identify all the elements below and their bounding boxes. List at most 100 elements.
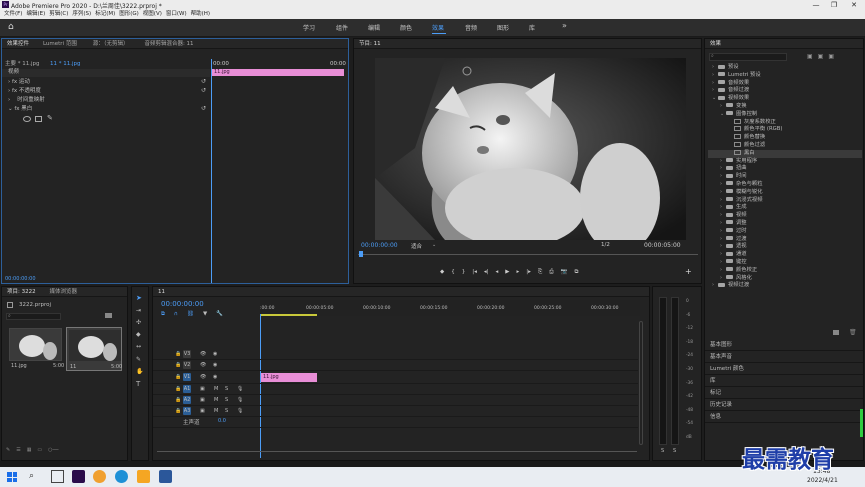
effect-folder[interactable]: › 视频过渡 <box>708 282 862 290</box>
tab-audio-clip-mixer[interactable]: 音频剪辑混合器: 11 <box>144 39 193 49</box>
track-label[interactable]: A3 <box>183 407 191 415</box>
linked-selection-icon[interactable]: ⛓ <box>187 311 194 318</box>
close-button[interactable]: ✕ <box>845 0 863 10</box>
lock-icon[interactable]: 🔒 <box>175 374 181 380</box>
mute-button[interactable]: M <box>214 397 218 403</box>
ellipse-mask-icon[interactable] <box>23 116 31 122</box>
ec-playhead[interactable] <box>211 59 212 283</box>
track-label[interactable]: V3 <box>183 350 191 358</box>
mark-out-button[interactable]: } <box>462 269 466 275</box>
menu-clip[interactable]: 剪辑(C) <box>49 10 68 19</box>
effect-item[interactable]: 颜色替换 <box>708 134 862 142</box>
workspace-learn[interactable]: 学习 <box>303 23 315 32</box>
effect-folder[interactable]: › 调整 <box>708 220 862 228</box>
task-view-icon[interactable] <box>51 470 64 483</box>
effect-folder[interactable]: › 透视 <box>708 243 862 251</box>
rectangle-mask-icon[interactable] <box>35 116 42 122</box>
panel-essential-sound[interactable]: 基本声音 <box>705 351 863 363</box>
clock-date[interactable]: 2022/4/21 <box>807 477 838 484</box>
lock-icon[interactable]: 🔒 <box>175 408 181 414</box>
minimize-button[interactable]: — <box>807 0 825 10</box>
button-editor-add-button[interactable]: + <box>685 267 692 276</box>
effect-folder[interactable]: › Lumetri 预设 <box>708 72 862 80</box>
menu-sequence[interactable]: 序列(S) <box>72 10 91 19</box>
razor-tool-icon[interactable]: ◆ <box>136 331 141 338</box>
compare-button[interactable]: ⧉ <box>575 269 579 276</box>
app-taskbar-icon[interactable] <box>137 470 150 483</box>
lock-icon[interactable]: 🔒 <box>175 397 181 403</box>
lock-icon[interactable]: 🔒 <box>175 362 181 368</box>
reset-opacity-icon[interactable]: ↺ <box>201 87 206 94</box>
effects-title[interactable]: 效果 <box>710 39 721 49</box>
ec-timecode[interactable]: 00:00:00:00 <box>5 276 36 282</box>
snap-icon[interactable]: ∩ <box>174 311 178 318</box>
step-forward-button[interactable]: ▸ <box>516 269 519 275</box>
work-area-bar[interactable] <box>260 314 317 316</box>
track-label[interactable]: V2 <box>183 361 191 369</box>
solo-button[interactable]: S <box>225 397 228 403</box>
panel-info[interactable]: 信息 <box>705 411 863 423</box>
effect-folder[interactable]: ⌄ 视频效果 <box>708 95 862 103</box>
zoom-fit-select[interactable]: 适合 <box>411 242 422 250</box>
tab-source[interactable]: 源：（无剪辑） <box>93 39 129 49</box>
track-master[interactable]: 主声道 0.0 <box>153 417 638 428</box>
zoom-dropdown-icon[interactable]: ⌄ <box>432 242 436 248</box>
reset-black-white-icon[interactable]: ↺ <box>201 105 206 112</box>
workspace-assembly[interactable]: 组件 <box>336 23 348 32</box>
effects-search-input[interactable] <box>709 53 787 61</box>
lock-icon[interactable]: 🔒 <box>175 351 181 357</box>
nest-icon[interactable]: ⧉ <box>161 311 165 318</box>
selection-tool-icon[interactable]: ➤ <box>136 294 142 302</box>
go-to-in-button[interactable]: |◂ <box>472 269 477 275</box>
timeline-horizontal-scrollbar[interactable] <box>157 451 637 452</box>
sequence-clip-label[interactable]: 11 * 11.jpg <box>50 60 81 69</box>
effect-folder[interactable]: › 过渡 <box>708 236 862 244</box>
effect-item[interactable]: 黑白 <box>708 149 862 158</box>
project-item-sequence[interactable]: 11 5:00 <box>66 327 122 371</box>
type-tool-icon[interactable]: T <box>136 380 140 388</box>
effect-item[interactable]: 灰度系数校正 <box>708 118 862 127</box>
new-bin-icon[interactable] <box>833 330 839 335</box>
panel-essential-graphics[interactable]: 基本图形 <box>705 339 863 351</box>
write-protect-icon[interactable]: ✎ <box>6 447 10 455</box>
solo-button[interactable]: S <box>225 386 228 392</box>
panel-libraries[interactable]: 库 <box>705 375 863 387</box>
playback-resolution-select[interactable]: 1/2 <box>601 242 610 248</box>
project-item-thumb[interactable] <box>9 328 62 361</box>
menu-marker[interactable]: 标记(M) <box>95 10 115 19</box>
tab-media-browser[interactable]: 媒体浏览器 <box>50 287 78 297</box>
export-frame-icon[interactable]: 📷 <box>561 269 568 275</box>
add-marker-button[interactable]: ◆ <box>440 269 444 275</box>
mic-icon[interactable]: ▣ <box>200 386 205 392</box>
effect-folder[interactable]: › 通道 <box>708 251 862 259</box>
edge-taskbar-icon[interactable] <box>115 470 128 483</box>
prop-black-white[interactable]: ⌄ fx 黑白 <box>8 105 32 114</box>
effect-folder[interactable]: ⌄ 图像控制 <box>708 111 862 119</box>
voice-over-icon[interactable]: 🎙 <box>237 408 243 414</box>
accelerated-effects-icon[interactable]: ▣ <box>807 53 813 60</box>
menu-help[interactable]: 帮助(H) <box>191 10 210 19</box>
solo-left-button[interactable]: S <box>661 448 664 454</box>
slip-tool-icon[interactable]: ↔ <box>136 343 141 350</box>
lift-button[interactable]: ⎘ <box>538 269 542 276</box>
lock-icon[interactable]: 🔒 <box>175 386 181 392</box>
workspace-graphics[interactable]: 图形 <box>497 23 509 32</box>
menu-graphics[interactable]: 图形(G) <box>119 10 139 19</box>
effect-folder[interactable]: › 过时 <box>708 228 862 236</box>
mute-button[interactable]: M <box>214 408 218 414</box>
panel-markers[interactable]: 标记 <box>705 387 863 399</box>
track-v2[interactable]: 🔒 V2 👁 ◉ <box>153 360 638 371</box>
mark-in-button[interactable]: { <box>451 269 455 275</box>
eye-icon[interactable]: ◉ <box>213 362 217 368</box>
panel-history[interactable]: 历史记录 <box>705 399 863 411</box>
voice-over-icon[interactable]: 🎙 <box>237 397 243 403</box>
prop-time-remap[interactable]: › 时间重映射 <box>8 96 45 105</box>
mic-icon[interactable]: ▣ <box>200 397 205 403</box>
track-label[interactable]: V1 <box>183 373 191 381</box>
tab-lumetri-scopes[interactable]: Lumetri 范围 <box>43 39 77 49</box>
pen-mask-icon[interactable]: ✎ <box>47 114 53 122</box>
ripple-edit-tool-icon[interactable]: ✣ <box>136 319 141 326</box>
search-icon[interactable]: ⌕ <box>29 471 34 481</box>
eye-icon[interactable]: 👁 <box>200 374 206 380</box>
effect-folder[interactable]: › 沉浸式视频 <box>708 197 862 205</box>
